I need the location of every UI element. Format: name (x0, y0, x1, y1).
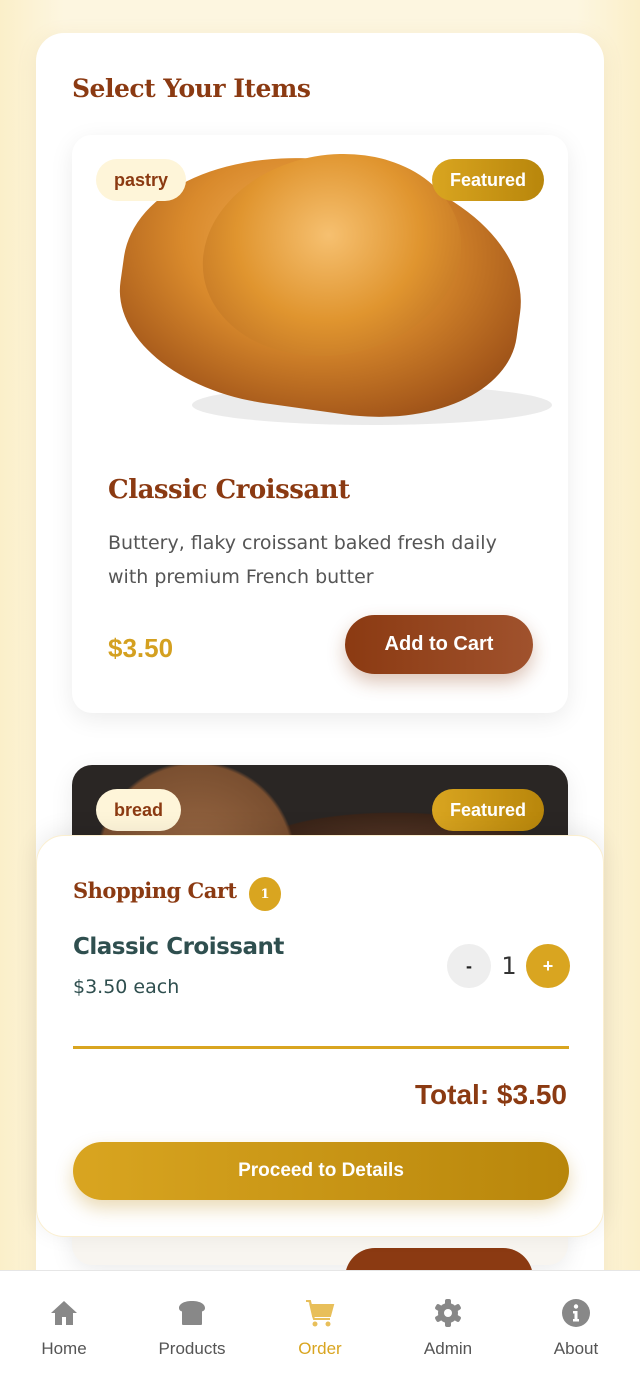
product-price: $3.50 (108, 633, 174, 663)
product-description: Buttery, flaky croissant baked fresh dai… (108, 532, 497, 588)
product-name: Classic Croissant (108, 475, 350, 505)
nav-home[interactable]: Home (0, 1271, 128, 1387)
cart-total: Total: $3.50 (415, 1079, 567, 1110)
cart-item-price: $3.50 each (73, 976, 180, 998)
decrease-quantity-button[interactable]: - (447, 944, 491, 988)
cart-count-badge: 1 (249, 877, 281, 911)
divider (73, 1046, 569, 1049)
shopping-cart: Shopping Cart 1 Classic Croissant $3.50 … (36, 835, 604, 1237)
quantity-value: 1 (501, 952, 517, 980)
category-tag: bread (96, 789, 182, 831)
featured-badge: Featured (431, 159, 544, 201)
category-tag: pastry (96, 159, 187, 201)
increase-quantity-button[interactable]: + (526, 944, 570, 988)
nav-products[interactable]: Products (128, 1271, 256, 1387)
bread-icon (179, 1301, 205, 1325)
page-title: Select Your Items (72, 74, 311, 103)
cart-item-name: Classic Croissant (73, 934, 284, 960)
nav-label: Home (41, 1339, 87, 1358)
nav-about[interactable]: About (512, 1271, 640, 1387)
info-icon (562, 1299, 590, 1327)
product-card: pastry Featured Classic Croissant Butter… (72, 135, 568, 713)
nav-label: About (553, 1339, 599, 1358)
nav-label: Order (298, 1339, 342, 1358)
proceed-to-details-button[interactable]: Proceed to Details (73, 1142, 569, 1200)
nav-label: Products (158, 1339, 226, 1358)
cart-title: Shopping Cart (73, 878, 237, 903)
featured-badge: Featured (431, 789, 544, 831)
nav-order[interactable]: Order (256, 1271, 384, 1387)
cart-icon (306, 1300, 335, 1327)
bottom-nav: Home Products Order Admin About (0, 1270, 640, 1387)
nav-admin[interactable]: Admin (384, 1271, 512, 1387)
home-icon (51, 1301, 77, 1325)
gear-icon (435, 1299, 461, 1327)
nav-label: Admin (423, 1339, 473, 1358)
add-to-cart-button[interactable]: Add to Cart (345, 615, 533, 674)
